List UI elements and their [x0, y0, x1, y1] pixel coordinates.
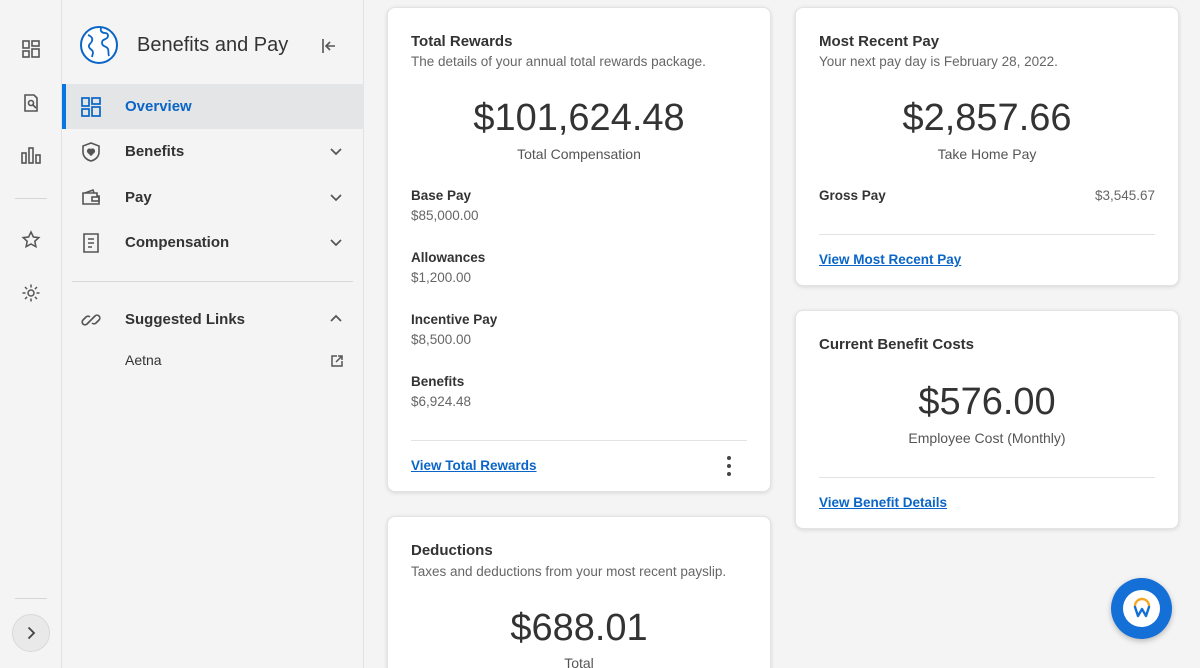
report-icon[interactable]: [13, 85, 49, 121]
most-recent-pay-card: Most Recent Pay Your next pay day is Feb…: [795, 7, 1179, 286]
rail-divider: [15, 198, 47, 199]
line-item-value: $8,500.00: [411, 332, 472, 347]
total-compensation-amount: $101,624.48: [473, 97, 685, 139]
wallet-icon: [82, 188, 100, 205]
line-item-value: $85,000.00: [411, 208, 479, 223]
card-title: Total Rewards: [411, 33, 513, 50]
line-item-label: Allowances: [411, 250, 486, 265]
card-divider: [819, 477, 1155, 478]
card-divider: [819, 234, 1155, 235]
card-title: Most Recent Pay: [819, 33, 940, 50]
employee-cost-label: Employee Cost (Monthly): [908, 430, 1066, 446]
card-subtitle: The details of your annual total rewards…: [411, 54, 706, 69]
collapse-sidebar-icon[interactable]: [319, 36, 339, 56]
take-home-pay-label: Take Home Pay: [937, 146, 1037, 162]
view-total-rewards-link[interactable]: View Total Rewards: [411, 458, 537, 473]
line-item-value: $6,924.48: [411, 394, 472, 409]
line-item-label: Base Pay: [411, 188, 472, 203]
view-most-recent-pay-link[interactable]: View Most Recent Pay: [819, 252, 961, 267]
sidebar-divider: [72, 281, 353, 282]
nav-label: Suggested Links: [125, 311, 246, 328]
more-options-icon[interactable]: [721, 456, 737, 476]
assistant-button[interactable]: [1111, 578, 1172, 639]
total-compensation-label: Total Compensation: [517, 146, 641, 162]
link-icon: [81, 314, 101, 326]
line-item-label: Incentive Pay: [411, 312, 498, 327]
gross-pay-label: Gross Pay: [819, 188, 886, 203]
card-title: Current Benefit Costs: [819, 336, 975, 353]
globe-icon: [80, 26, 118, 64]
chevron-down-icon: [330, 239, 342, 247]
chevron-down-icon: [330, 148, 342, 156]
chevron-right-icon: [27, 626, 36, 640]
deductions-card: Deductions Taxes and deductions from you…: [387, 516, 771, 668]
current-benefit-costs-card: Current Benefit Costs $576.00 Employee C…: [795, 310, 1179, 529]
nav-item-compensation[interactable]: Compensation: [62, 220, 364, 265]
card-divider: [411, 440, 747, 441]
star-icon[interactable]: [13, 222, 49, 258]
view-benefit-details-link[interactable]: View Benefit Details: [819, 495, 947, 510]
chevron-down-icon: [330, 194, 342, 202]
nav-item-pay[interactable]: Pay: [62, 175, 364, 220]
card-subtitle: Taxes and deductions from your most rece…: [411, 564, 727, 579]
gross-pay-value: $3,545.67: [1094, 188, 1155, 203]
suggested-link-aetna[interactable]: Aetna: [125, 352, 345, 372]
line-item-value: $1,200.00: [411, 270, 472, 285]
shield-heart-icon: [82, 142, 100, 162]
chevron-up-icon: [330, 314, 342, 322]
nav-item-overview[interactable]: Overview: [62, 84, 364, 129]
overview-icon: [81, 97, 101, 117]
deductions-label: Total: [564, 655, 594, 668]
nav-label: Pay: [125, 189, 152, 206]
card-title: Deductions: [411, 542, 493, 559]
line-item-label: Benefits: [411, 374, 465, 389]
nav-item-benefits[interactable]: Benefits: [62, 129, 364, 174]
workday-logo-icon: [1123, 590, 1160, 627]
app-rail: [0, 0, 62, 668]
nav-item-suggested-links[interactable]: Suggested Links: [62, 297, 364, 342]
take-home-pay-amount: $2,857.66: [902, 97, 1072, 139]
nav-label: Benefits: [125, 143, 185, 160]
rail-divider: [15, 598, 47, 599]
chart-icon[interactable]: [13, 137, 49, 173]
document-icon: [83, 233, 99, 253]
nav-label: Overview: [125, 98, 192, 115]
expand-rail-button[interactable]: [12, 614, 50, 652]
external-link-icon: [331, 355, 343, 367]
total-rewards-card: Total Rewards The details of your annual…: [387, 7, 771, 492]
settings-icon[interactable]: [13, 275, 49, 311]
sidebar-title: Benefits and Pay: [137, 34, 289, 56]
sidebar-header: Benefits and Pay: [62, 24, 364, 68]
suggested-link-label: Aetna: [125, 352, 162, 368]
employee-cost-amount: $576.00: [918, 381, 1056, 423]
dashboard-icon[interactable]: [13, 31, 49, 67]
card-subtitle: Your next pay day is February 28, 2022.: [819, 54, 1058, 69]
nav-label: Compensation: [125, 234, 230, 251]
sidebar: Benefits and Pay Overview Benefits Pay C…: [62, 0, 364, 668]
deductions-amount: $688.01: [510, 607, 648, 649]
